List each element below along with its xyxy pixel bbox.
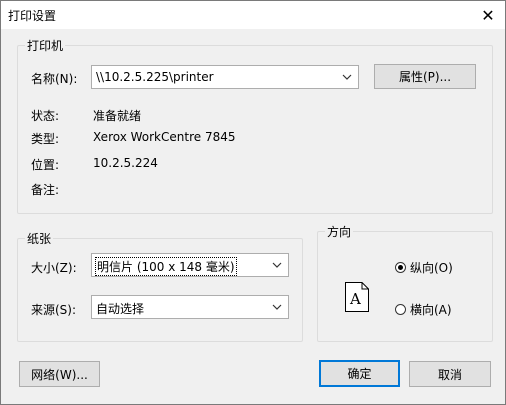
paper-source-label: 来源(S): <box>31 303 77 317</box>
landscape-radio-option[interactable]: 横向(A) <box>395 301 452 318</box>
cancel-button[interactable]: 取消 <box>409 361 491 387</box>
close-icon: ✕ <box>481 5 495 25</box>
comment-label: 备注: <box>31 183 60 197</box>
location-label: 位置: <box>31 158 60 172</box>
status-label: 状态: <box>31 109 60 123</box>
landscape-radio[interactable] <box>395 304 406 315</box>
portrait-label: 纵向(O) <box>410 261 453 275</box>
printer-group-label: 打印机 <box>25 37 66 54</box>
printer-name-value: \\10.2.5.225\printer <box>96 70 214 84</box>
portrait-radio-option[interactable]: 纵向(O) <box>395 259 453 276</box>
portrait-radio[interactable] <box>395 262 406 273</box>
orientation-group <box>317 231 493 342</box>
type-label: 类型: <box>31 132 60 146</box>
printer-name-select[interactable]: \\10.2.5.225\printer <box>91 65 359 89</box>
window-title: 打印设置 <box>8 9 57 23</box>
paper-size-label: 大小(Z): <box>31 261 77 275</box>
printer-name-label: 名称(N): <box>31 72 78 86</box>
status-value: 准备就绪 <box>93 109 142 123</box>
paper-size-value: 明信片 (100 x 148 毫米) <box>95 257 237 276</box>
print-setup-dialog: 打印设置 ✕ 打印机 名称(N): \\10.2.5.225\printer 属… <box>0 0 506 405</box>
chevron-down-icon <box>272 262 282 268</box>
portrait-page-icon: A <box>345 282 369 312</box>
chevron-down-icon <box>272 304 282 310</box>
paper-source-value: 自动选择 <box>96 302 145 316</box>
properties-button[interactable]: 属性(P)... <box>374 64 476 89</box>
type-value: Xerox WorkCentre 7845 <box>93 130 236 144</box>
landscape-label: 横向(A) <box>410 303 452 317</box>
paper-source-select[interactable]: 自动选择 <box>91 295 289 319</box>
title-bar: 打印设置 ✕ <box>1 1 505 29</box>
network-button[interactable]: 网络(W)... <box>19 361 100 387</box>
paper-group-label: 纸张 <box>25 230 54 247</box>
location-value: 10.2.5.224 <box>93 156 158 170</box>
orientation-group-label: 方向 <box>325 223 354 240</box>
paper-size-select[interactable]: 明信片 (100 x 148 毫米) <box>91 253 289 277</box>
ok-button[interactable]: 确定 <box>319 360 400 387</box>
page-icon-letter: A <box>349 290 361 308</box>
close-button[interactable]: ✕ <box>471 1 505 29</box>
chevron-down-icon <box>342 74 352 80</box>
